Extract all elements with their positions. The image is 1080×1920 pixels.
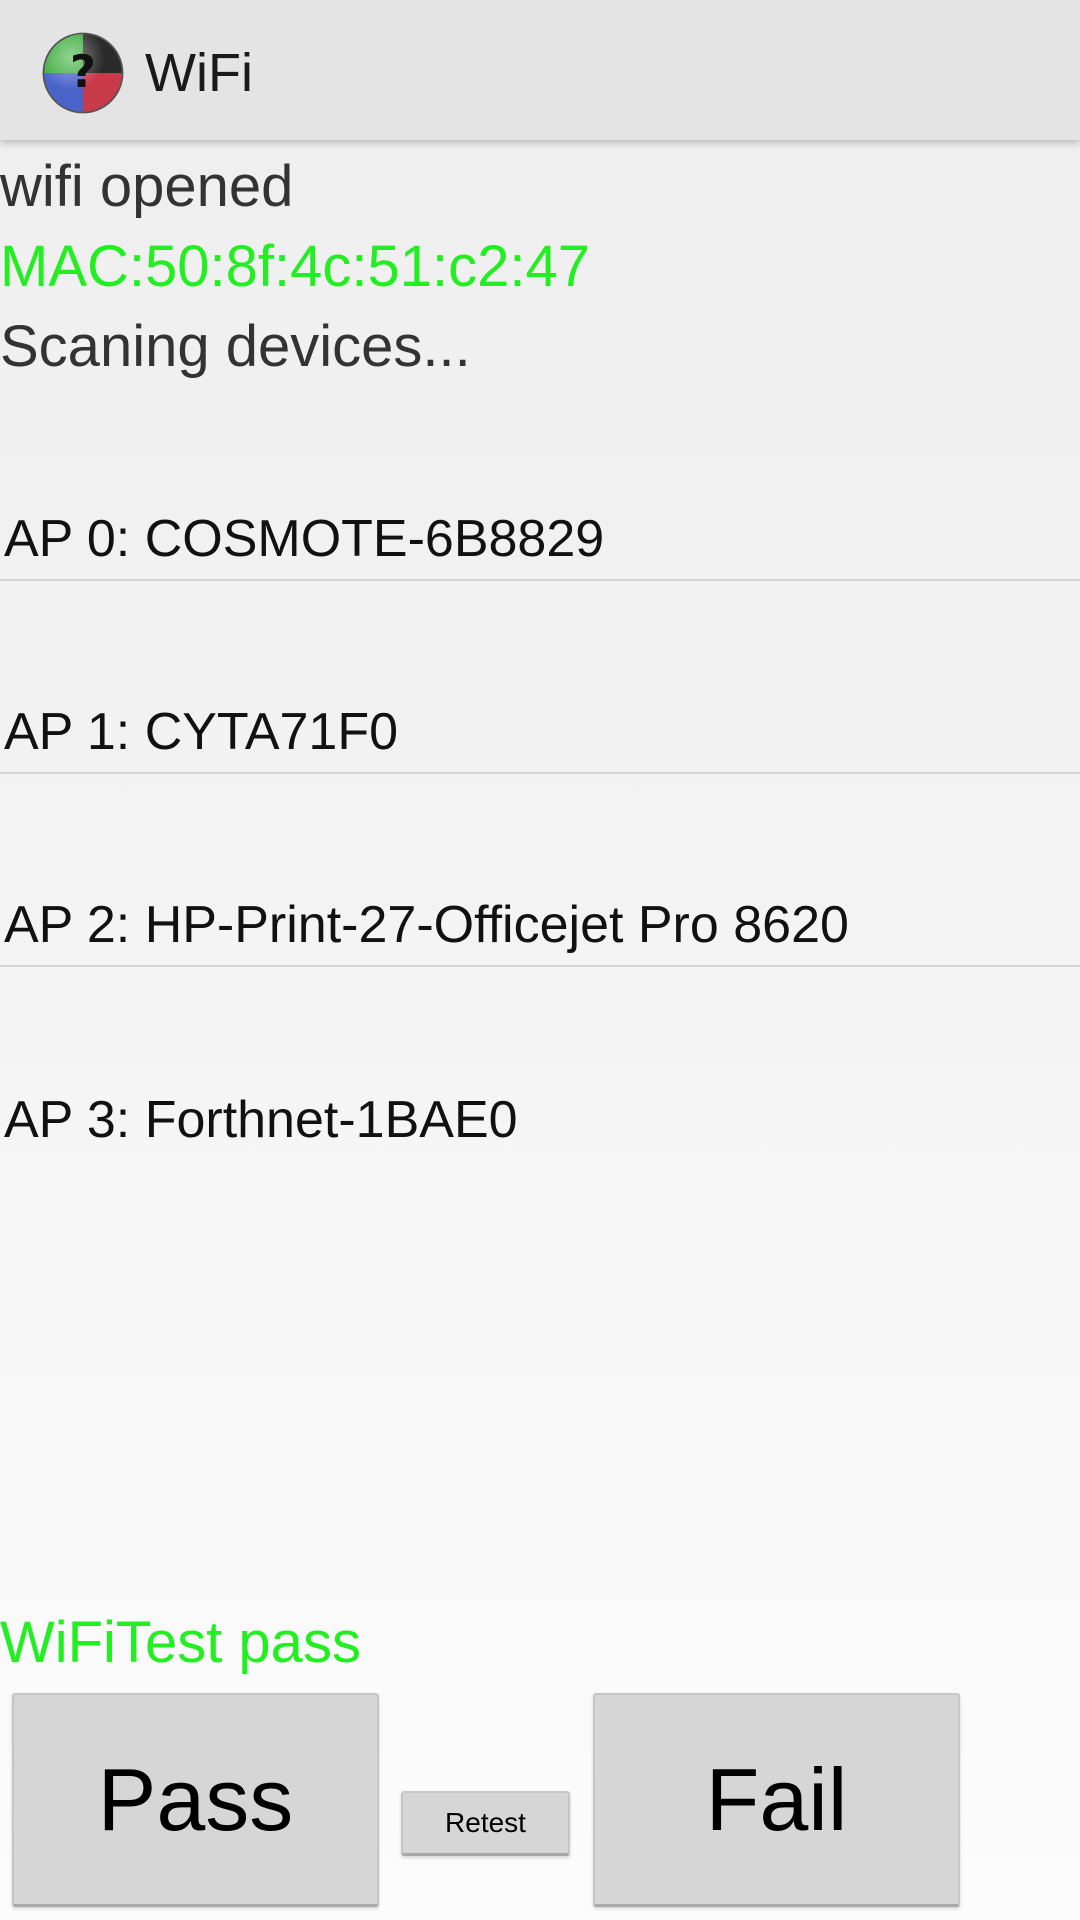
ap-label: AP 3: Forthnet-1BAE0 [4, 1091, 518, 1149]
app-title: WiFi [145, 43, 253, 103]
list-item[interactable]: AP 2: HP-Print-27-Officejet Pro 8620 [0, 774, 1080, 967]
mac-address-text: MAC:50:8f:4c:51:c2:47 [0, 234, 590, 299]
help-question-icon[interactable]: ? [40, 30, 126, 116]
svg-text:?: ? [70, 45, 96, 98]
action-bar: ? WiFi [0, 0, 1080, 140]
wifi-state-text: wifi opened [0, 154, 294, 219]
ap-label: AP 0: COSMOTE-6B8829 [4, 510, 605, 568]
retest-button[interactable]: Retest [401, 1791, 570, 1856]
ap-label: AP 2: HP-Print-27-Officejet Pro 8620 [4, 896, 849, 954]
test-result-text: WiFiTest pass [0, 1610, 361, 1675]
fail-button[interactable]: Fail [593, 1693, 960, 1907]
list-item[interactable]: AP 0: COSMOTE-6B8829 [0, 388, 1080, 581]
ap-label: AP 1: CYTA71F0 [4, 703, 399, 761]
list-item[interactable]: AP 1: CYTA71F0 [0, 581, 1080, 774]
scan-state-text: Scaning devices... [0, 314, 471, 379]
pass-button[interactable]: Pass [12, 1693, 379, 1907]
access-point-list: AP 0: COSMOTE-6B8829 AP 1: CYTA71F0 AP 2… [0, 388, 1080, 1160]
list-item[interactable]: AP 3: Forthnet-1BAE0 [0, 967, 1080, 1160]
